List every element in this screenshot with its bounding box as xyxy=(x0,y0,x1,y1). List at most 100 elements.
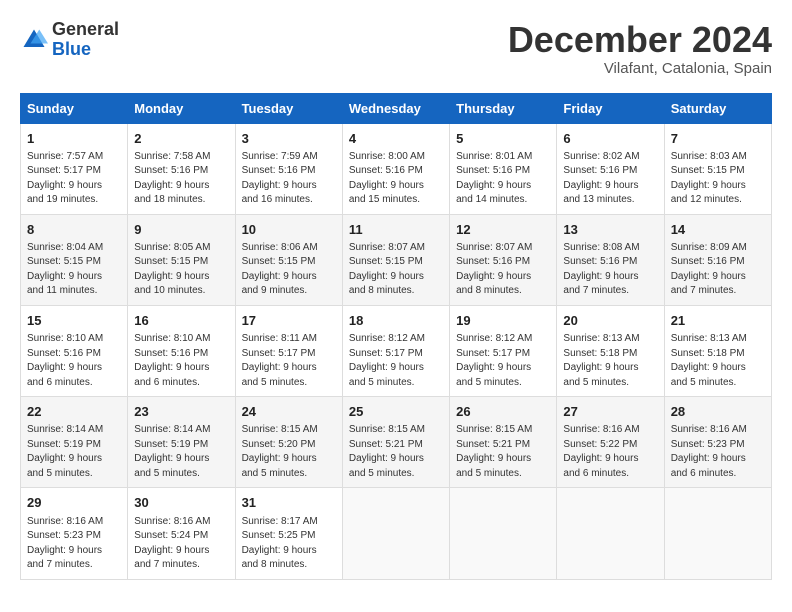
table-row: 16 Sunrise: 8:10 AM Sunset: 5:16 PM Dayl… xyxy=(128,305,235,396)
table-row: 6 Sunrise: 8:02 AM Sunset: 5:16 PM Dayli… xyxy=(557,123,664,214)
day-number: 4 xyxy=(349,130,443,148)
day-number: 20 xyxy=(563,312,657,330)
table-row: 9 Sunrise: 8:05 AM Sunset: 5:15 PM Dayli… xyxy=(128,214,235,305)
day-info: Sunrise: 8:12 AM Sunset: 5:17 PM Dayligh… xyxy=(456,332,550,390)
day-info: Sunrise: 8:09 AM Sunset: 5:16 PM Dayligh… xyxy=(671,241,765,299)
table-row xyxy=(557,488,664,579)
header-tuesday: Tuesday xyxy=(235,93,342,123)
day-number: 17 xyxy=(242,312,336,330)
calendar-week-row: 29 Sunrise: 8:16 AM Sunset: 5:23 PM Dayl… xyxy=(21,488,772,579)
day-info: Sunrise: 8:10 AM Sunset: 5:16 PM Dayligh… xyxy=(134,332,228,390)
day-number: 18 xyxy=(349,312,443,330)
day-number: 2 xyxy=(134,130,228,148)
calendar-week-row: 8 Sunrise: 8:04 AM Sunset: 5:15 PM Dayli… xyxy=(21,214,772,305)
day-info: Sunrise: 8:02 AM Sunset: 5:16 PM Dayligh… xyxy=(563,150,657,208)
logo-general-text: General xyxy=(52,19,119,39)
calendar-week-row: 22 Sunrise: 8:14 AM Sunset: 5:19 PM Dayl… xyxy=(21,397,772,488)
header-sunday: Sunday xyxy=(21,93,128,123)
calendar-table: Sunday Monday Tuesday Wednesday Thursday… xyxy=(20,93,772,580)
table-row xyxy=(664,488,771,579)
title-block: December 2024 Vilafant, Catalonia, Spain xyxy=(508,20,772,77)
table-row: 24 Sunrise: 8:15 AM Sunset: 5:20 PM Dayl… xyxy=(235,397,342,488)
day-info: Sunrise: 8:13 AM Sunset: 5:18 PM Dayligh… xyxy=(671,332,765,390)
day-info: Sunrise: 8:07 AM Sunset: 5:15 PM Dayligh… xyxy=(349,241,443,299)
header-monday: Monday xyxy=(128,93,235,123)
table-row: 2 Sunrise: 7:58 AM Sunset: 5:16 PM Dayli… xyxy=(128,123,235,214)
calendar-header-row: Sunday Monday Tuesday Wednesday Thursday… xyxy=(21,93,772,123)
logo-icon xyxy=(20,26,48,54)
day-number: 23 xyxy=(134,403,228,421)
calendar-week-row: 15 Sunrise: 8:10 AM Sunset: 5:16 PM Dayl… xyxy=(21,305,772,396)
day-number: 5 xyxy=(456,130,550,148)
table-row: 12 Sunrise: 8:07 AM Sunset: 5:16 PM Dayl… xyxy=(450,214,557,305)
day-number: 10 xyxy=(242,221,336,239)
day-number: 19 xyxy=(456,312,550,330)
day-number: 22 xyxy=(27,403,121,421)
table-row: 3 Sunrise: 7:59 AM Sunset: 5:16 PM Dayli… xyxy=(235,123,342,214)
day-info: Sunrise: 8:01 AM Sunset: 5:16 PM Dayligh… xyxy=(456,150,550,208)
month-title: December 2024 xyxy=(508,20,772,60)
day-number: 11 xyxy=(349,221,443,239)
calendar-week-row: 1 Sunrise: 7:57 AM Sunset: 5:17 PM Dayli… xyxy=(21,123,772,214)
day-info: Sunrise: 8:10 AM Sunset: 5:16 PM Dayligh… xyxy=(27,332,121,390)
day-number: 14 xyxy=(671,221,765,239)
location-text: Vilafant, Catalonia, Spain xyxy=(508,60,772,77)
table-row: 28 Sunrise: 8:16 AM Sunset: 5:23 PM Dayl… xyxy=(664,397,771,488)
table-row: 30 Sunrise: 8:16 AM Sunset: 5:24 PM Dayl… xyxy=(128,488,235,579)
table-row: 20 Sunrise: 8:13 AM Sunset: 5:18 PM Dayl… xyxy=(557,305,664,396)
header-saturday: Saturday xyxy=(664,93,771,123)
day-number: 31 xyxy=(242,494,336,512)
page-header: General Blue December 2024 Vilafant, Cat… xyxy=(20,20,772,77)
table-row: 26 Sunrise: 8:15 AM Sunset: 5:21 PM Dayl… xyxy=(450,397,557,488)
day-info: Sunrise: 7:59 AM Sunset: 5:16 PM Dayligh… xyxy=(242,150,336,208)
day-number: 21 xyxy=(671,312,765,330)
table-row: 11 Sunrise: 8:07 AM Sunset: 5:15 PM Dayl… xyxy=(342,214,449,305)
day-info: Sunrise: 8:00 AM Sunset: 5:16 PM Dayligh… xyxy=(349,150,443,208)
day-info: Sunrise: 8:14 AM Sunset: 5:19 PM Dayligh… xyxy=(27,423,121,481)
day-number: 6 xyxy=(563,130,657,148)
day-number: 29 xyxy=(27,494,121,512)
logo: General Blue xyxy=(20,20,119,60)
table-row: 22 Sunrise: 8:14 AM Sunset: 5:19 PM Dayl… xyxy=(21,397,128,488)
day-info: Sunrise: 8:15 AM Sunset: 5:21 PM Dayligh… xyxy=(456,423,550,481)
day-number: 27 xyxy=(563,403,657,421)
day-info: Sunrise: 7:58 AM Sunset: 5:16 PM Dayligh… xyxy=(134,150,228,208)
table-row: 14 Sunrise: 8:09 AM Sunset: 5:16 PM Dayl… xyxy=(664,214,771,305)
table-row: 13 Sunrise: 8:08 AM Sunset: 5:16 PM Dayl… xyxy=(557,214,664,305)
day-info: Sunrise: 8:16 AM Sunset: 5:23 PM Dayligh… xyxy=(671,423,765,481)
table-row: 7 Sunrise: 8:03 AM Sunset: 5:15 PM Dayli… xyxy=(664,123,771,214)
day-number: 24 xyxy=(242,403,336,421)
day-number: 9 xyxy=(134,221,228,239)
day-number: 30 xyxy=(134,494,228,512)
day-number: 16 xyxy=(134,312,228,330)
day-number: 26 xyxy=(456,403,550,421)
table-row: 10 Sunrise: 8:06 AM Sunset: 5:15 PM Dayl… xyxy=(235,214,342,305)
table-row: 1 Sunrise: 7:57 AM Sunset: 5:17 PM Dayli… xyxy=(21,123,128,214)
day-info: Sunrise: 8:17 AM Sunset: 5:25 PM Dayligh… xyxy=(242,515,336,573)
table-row: 15 Sunrise: 8:10 AM Sunset: 5:16 PM Dayl… xyxy=(21,305,128,396)
day-info: Sunrise: 8:13 AM Sunset: 5:18 PM Dayligh… xyxy=(563,332,657,390)
table-row: 8 Sunrise: 8:04 AM Sunset: 5:15 PM Dayli… xyxy=(21,214,128,305)
day-number: 13 xyxy=(563,221,657,239)
table-row: 19 Sunrise: 8:12 AM Sunset: 5:17 PM Dayl… xyxy=(450,305,557,396)
table-row: 31 Sunrise: 8:17 AM Sunset: 5:25 PM Dayl… xyxy=(235,488,342,579)
day-info: Sunrise: 8:15 AM Sunset: 5:21 PM Dayligh… xyxy=(349,423,443,481)
day-number: 7 xyxy=(671,130,765,148)
day-number: 3 xyxy=(242,130,336,148)
day-info: Sunrise: 8:14 AM Sunset: 5:19 PM Dayligh… xyxy=(134,423,228,481)
logo-blue-text: Blue xyxy=(52,39,91,59)
table-row xyxy=(342,488,449,579)
table-row: 17 Sunrise: 8:11 AM Sunset: 5:17 PM Dayl… xyxy=(235,305,342,396)
day-number: 1 xyxy=(27,130,121,148)
header-thursday: Thursday xyxy=(450,93,557,123)
day-info: Sunrise: 8:04 AM Sunset: 5:15 PM Dayligh… xyxy=(27,241,121,299)
day-info: Sunrise: 7:57 AM Sunset: 5:17 PM Dayligh… xyxy=(27,150,121,208)
day-info: Sunrise: 8:16 AM Sunset: 5:24 PM Dayligh… xyxy=(134,515,228,573)
day-info: Sunrise: 8:16 AM Sunset: 5:23 PM Dayligh… xyxy=(27,515,121,573)
table-row: 23 Sunrise: 8:14 AM Sunset: 5:19 PM Dayl… xyxy=(128,397,235,488)
day-number: 8 xyxy=(27,221,121,239)
day-info: Sunrise: 8:03 AM Sunset: 5:15 PM Dayligh… xyxy=(671,150,765,208)
table-row: 27 Sunrise: 8:16 AM Sunset: 5:22 PM Dayl… xyxy=(557,397,664,488)
table-row: 4 Sunrise: 8:00 AM Sunset: 5:16 PM Dayli… xyxy=(342,123,449,214)
day-number: 25 xyxy=(349,403,443,421)
